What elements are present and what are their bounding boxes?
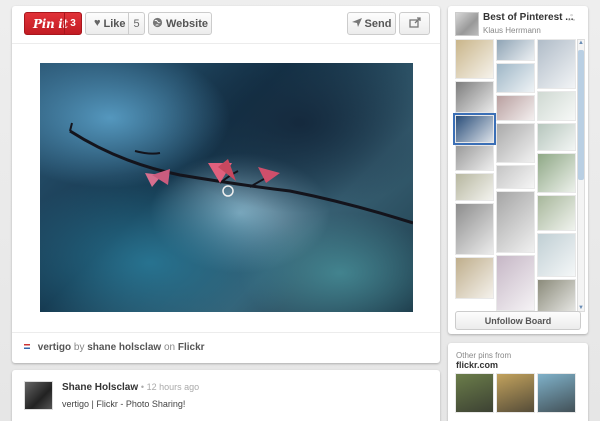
pin-author-link[interactable]: shane holsclaw (87, 342, 161, 353)
branch-blossom-illustration (69, 122, 413, 225)
pin-card: Pin it 3 ♥ Like 5 Website Send vertigo b… (12, 6, 440, 363)
board-pin-thumb[interactable] (537, 91, 576, 121)
share-button[interactable] (399, 12, 430, 35)
commenter-line: Shane Holsclaw • 12 hours ago (62, 382, 199, 393)
pin-title-link[interactable]: vertigo (38, 342, 71, 353)
other-pins-label: Other pins from (456, 351, 512, 360)
board-thumbs-column (453, 39, 496, 301)
board-scrollbar[interactable]: ▲ ▼ (577, 39, 585, 312)
board-pin-thumb[interactable] (496, 191, 535, 253)
globe-icon (152, 17, 163, 31)
by-text: by (73, 342, 85, 353)
board-pin-thumb[interactable] (455, 203, 494, 255)
board-pin-thumb[interactable] (455, 173, 494, 201)
pin-toolbar: Pin it 3 ♥ Like 5 Website Send (12, 6, 440, 44)
board-card: Best of Pinterest ... Klaus Herrmann ஃ ▲… (448, 6, 588, 334)
flickr-icon (24, 344, 30, 349)
scroll-up-icon[interactable]: ▲ (577, 39, 585, 47)
board-pin-thumb[interactable] (455, 145, 494, 171)
pin-attribution: vertigo by shane holsclaw on Flickr (12, 332, 440, 363)
other-pin-thumb[interactable] (537, 373, 576, 413)
commenter-avatar[interactable] (24, 381, 53, 410)
like-label: Like (103, 17, 126, 30)
board-pin-thumb[interactable] (455, 39, 494, 79)
send-icon (351, 17, 362, 30)
on-text: on (163, 342, 176, 353)
commenter-name[interactable]: Shane Holsclaw (62, 382, 138, 393)
other-pin-thumb[interactable] (455, 373, 494, 413)
website-button[interactable]: Website (148, 12, 212, 35)
scroll-thumb[interactable] (578, 50, 584, 180)
board-pin-thumb[interactable] (455, 81, 494, 113)
share-icon (408, 16, 421, 31)
board-pin-thumb[interactable] (496, 123, 535, 163)
pin-photo[interactable] (40, 63, 413, 312)
pin-source-link[interactable]: Flickr (178, 342, 205, 353)
other-pins-source[interactable]: flickr.com (456, 360, 498, 370)
board-pin-thumb[interactable] (455, 257, 494, 299)
comment-text: vertigo | Flickr - Photo Sharing! (62, 399, 186, 409)
board-pin-thumb[interactable] (496, 63, 535, 93)
board-title[interactable]: Best of Pinterest ... (483, 12, 574, 23)
board-pin-thumb[interactable] (496, 95, 535, 121)
comment-card: Shane Holsclaw • 12 hours ago vertigo | … (12, 370, 440, 421)
board-pin-thumb[interactable] (537, 233, 576, 277)
board-collaborators-icon: ஃ (568, 13, 576, 23)
board-pin-thumb[interactable] (453, 113, 496, 145)
comment-time: 12 hours ago (146, 382, 200, 392)
send-label: Send (364, 17, 392, 30)
board-owner-avatar[interactable] (455, 12, 479, 36)
website-label: Website (166, 17, 208, 30)
other-pins-card: Other pins from flickr.com (448, 343, 588, 421)
board-pin-thumb[interactable] (537, 153, 576, 193)
send-button[interactable]: Send (347, 12, 396, 35)
unfollow-board-button[interactable]: Unfollow Board (455, 311, 581, 330)
pinit-button[interactable]: Pin it 3 (24, 12, 82, 35)
board-pin-thumb[interactable] (496, 165, 535, 189)
board-thumbs-column (496, 39, 535, 313)
like-count: 5 (128, 13, 144, 34)
board-pin-thumb[interactable] (537, 39, 576, 89)
like-button[interactable]: ♥ Like 5 (85, 12, 145, 35)
board-thumbs-column (537, 39, 576, 319)
board-pin-thumb[interactable] (537, 195, 576, 231)
heart-icon: ♥ (94, 17, 101, 29)
pinit-count: 3 (64, 13, 81, 34)
other-pin-thumb[interactable] (496, 373, 535, 413)
board-pin-thumb[interactable] (537, 123, 576, 151)
board-pin-thumb[interactable] (496, 39, 535, 61)
board-pin-thumb[interactable] (496, 255, 535, 311)
board-owner[interactable]: Klaus Herrmann (483, 26, 541, 35)
pinit-label: Pin it (33, 16, 68, 31)
